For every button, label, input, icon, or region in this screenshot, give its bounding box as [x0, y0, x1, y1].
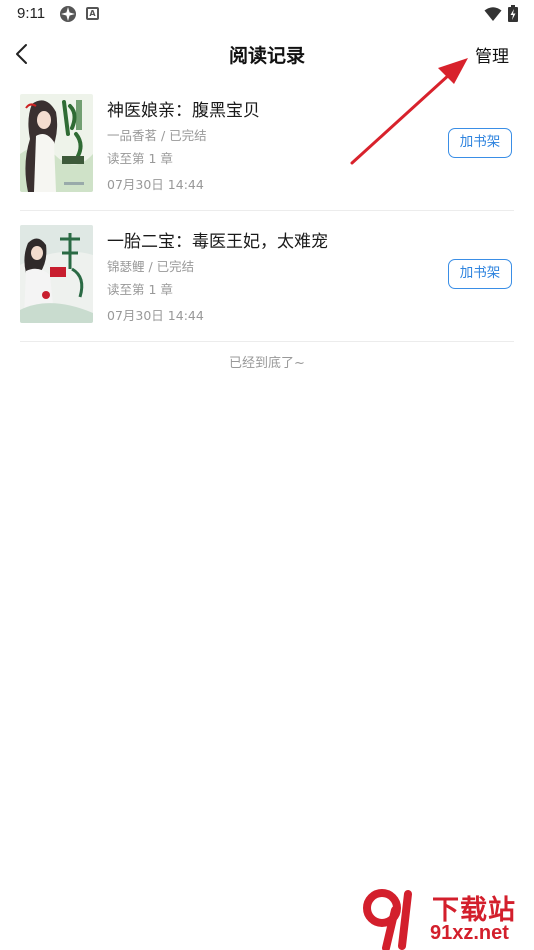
end-of-list-tip: 已经到底了~	[229, 356, 305, 371]
cover-illustration	[20, 225, 93, 323]
reading-history-list: 神医娘亲：腹黑宝贝 一品香茗 / 已完结 读至第 1 章 07月30日 14:4…	[20, 80, 514, 342]
list-item[interactable]: 神医娘亲：腹黑宝贝 一品香茗 / 已完结 读至第 1 章 07月30日 14:4…	[20, 80, 514, 211]
cover-illustration	[20, 94, 93, 192]
add-to-shelf-button[interactable]: 加书架	[448, 259, 512, 289]
read-time: 07月30日 14:44	[107, 308, 204, 323]
font-app-icon: A	[86, 7, 99, 20]
read-time: 07月30日 14:44	[107, 177, 204, 192]
list-item[interactable]: 一胎二宝：毒医王妃，太难宠 锦瑟鲤 / 已完结 读至第 1 章 07月30日 1…	[20, 211, 514, 342]
book-title[interactable]: 神医娘亲：腹黑宝贝	[107, 96, 260, 121]
watermark-logo: 下载站 91xz.net	[362, 888, 534, 950]
watermark-url: 91xz.net	[430, 922, 509, 944]
page-title: 阅读记录	[228, 45, 305, 67]
manage-button[interactable]: 管理	[475, 42, 509, 67]
nav-header: 阅读记录 管理	[0, 28, 534, 80]
watermark-91-icon	[363, 889, 412, 950]
book-author-status: 一品香茗 / 已完结	[107, 128, 207, 143]
book-progress: 读至第 1 章	[107, 282, 173, 297]
book-cover[interactable]	[20, 94, 93, 192]
wifi-icon	[484, 7, 502, 21]
status-time: 9:11	[17, 5, 46, 22]
add-to-shelf-button[interactable]: 加书架	[448, 128, 512, 158]
book-title[interactable]: 一胎二宝：毒医王妃，太难宠	[107, 227, 328, 252]
book-progress: 读至第 1 章	[107, 151, 173, 166]
book-author-status: 锦瑟鲤 / 已完结	[107, 259, 195, 274]
app-notification-icon	[60, 6, 76, 22]
book-cover[interactable]	[20, 225, 93, 323]
battery-icon	[508, 5, 518, 22]
status-bar: 9:11 A	[0, 0, 534, 28]
